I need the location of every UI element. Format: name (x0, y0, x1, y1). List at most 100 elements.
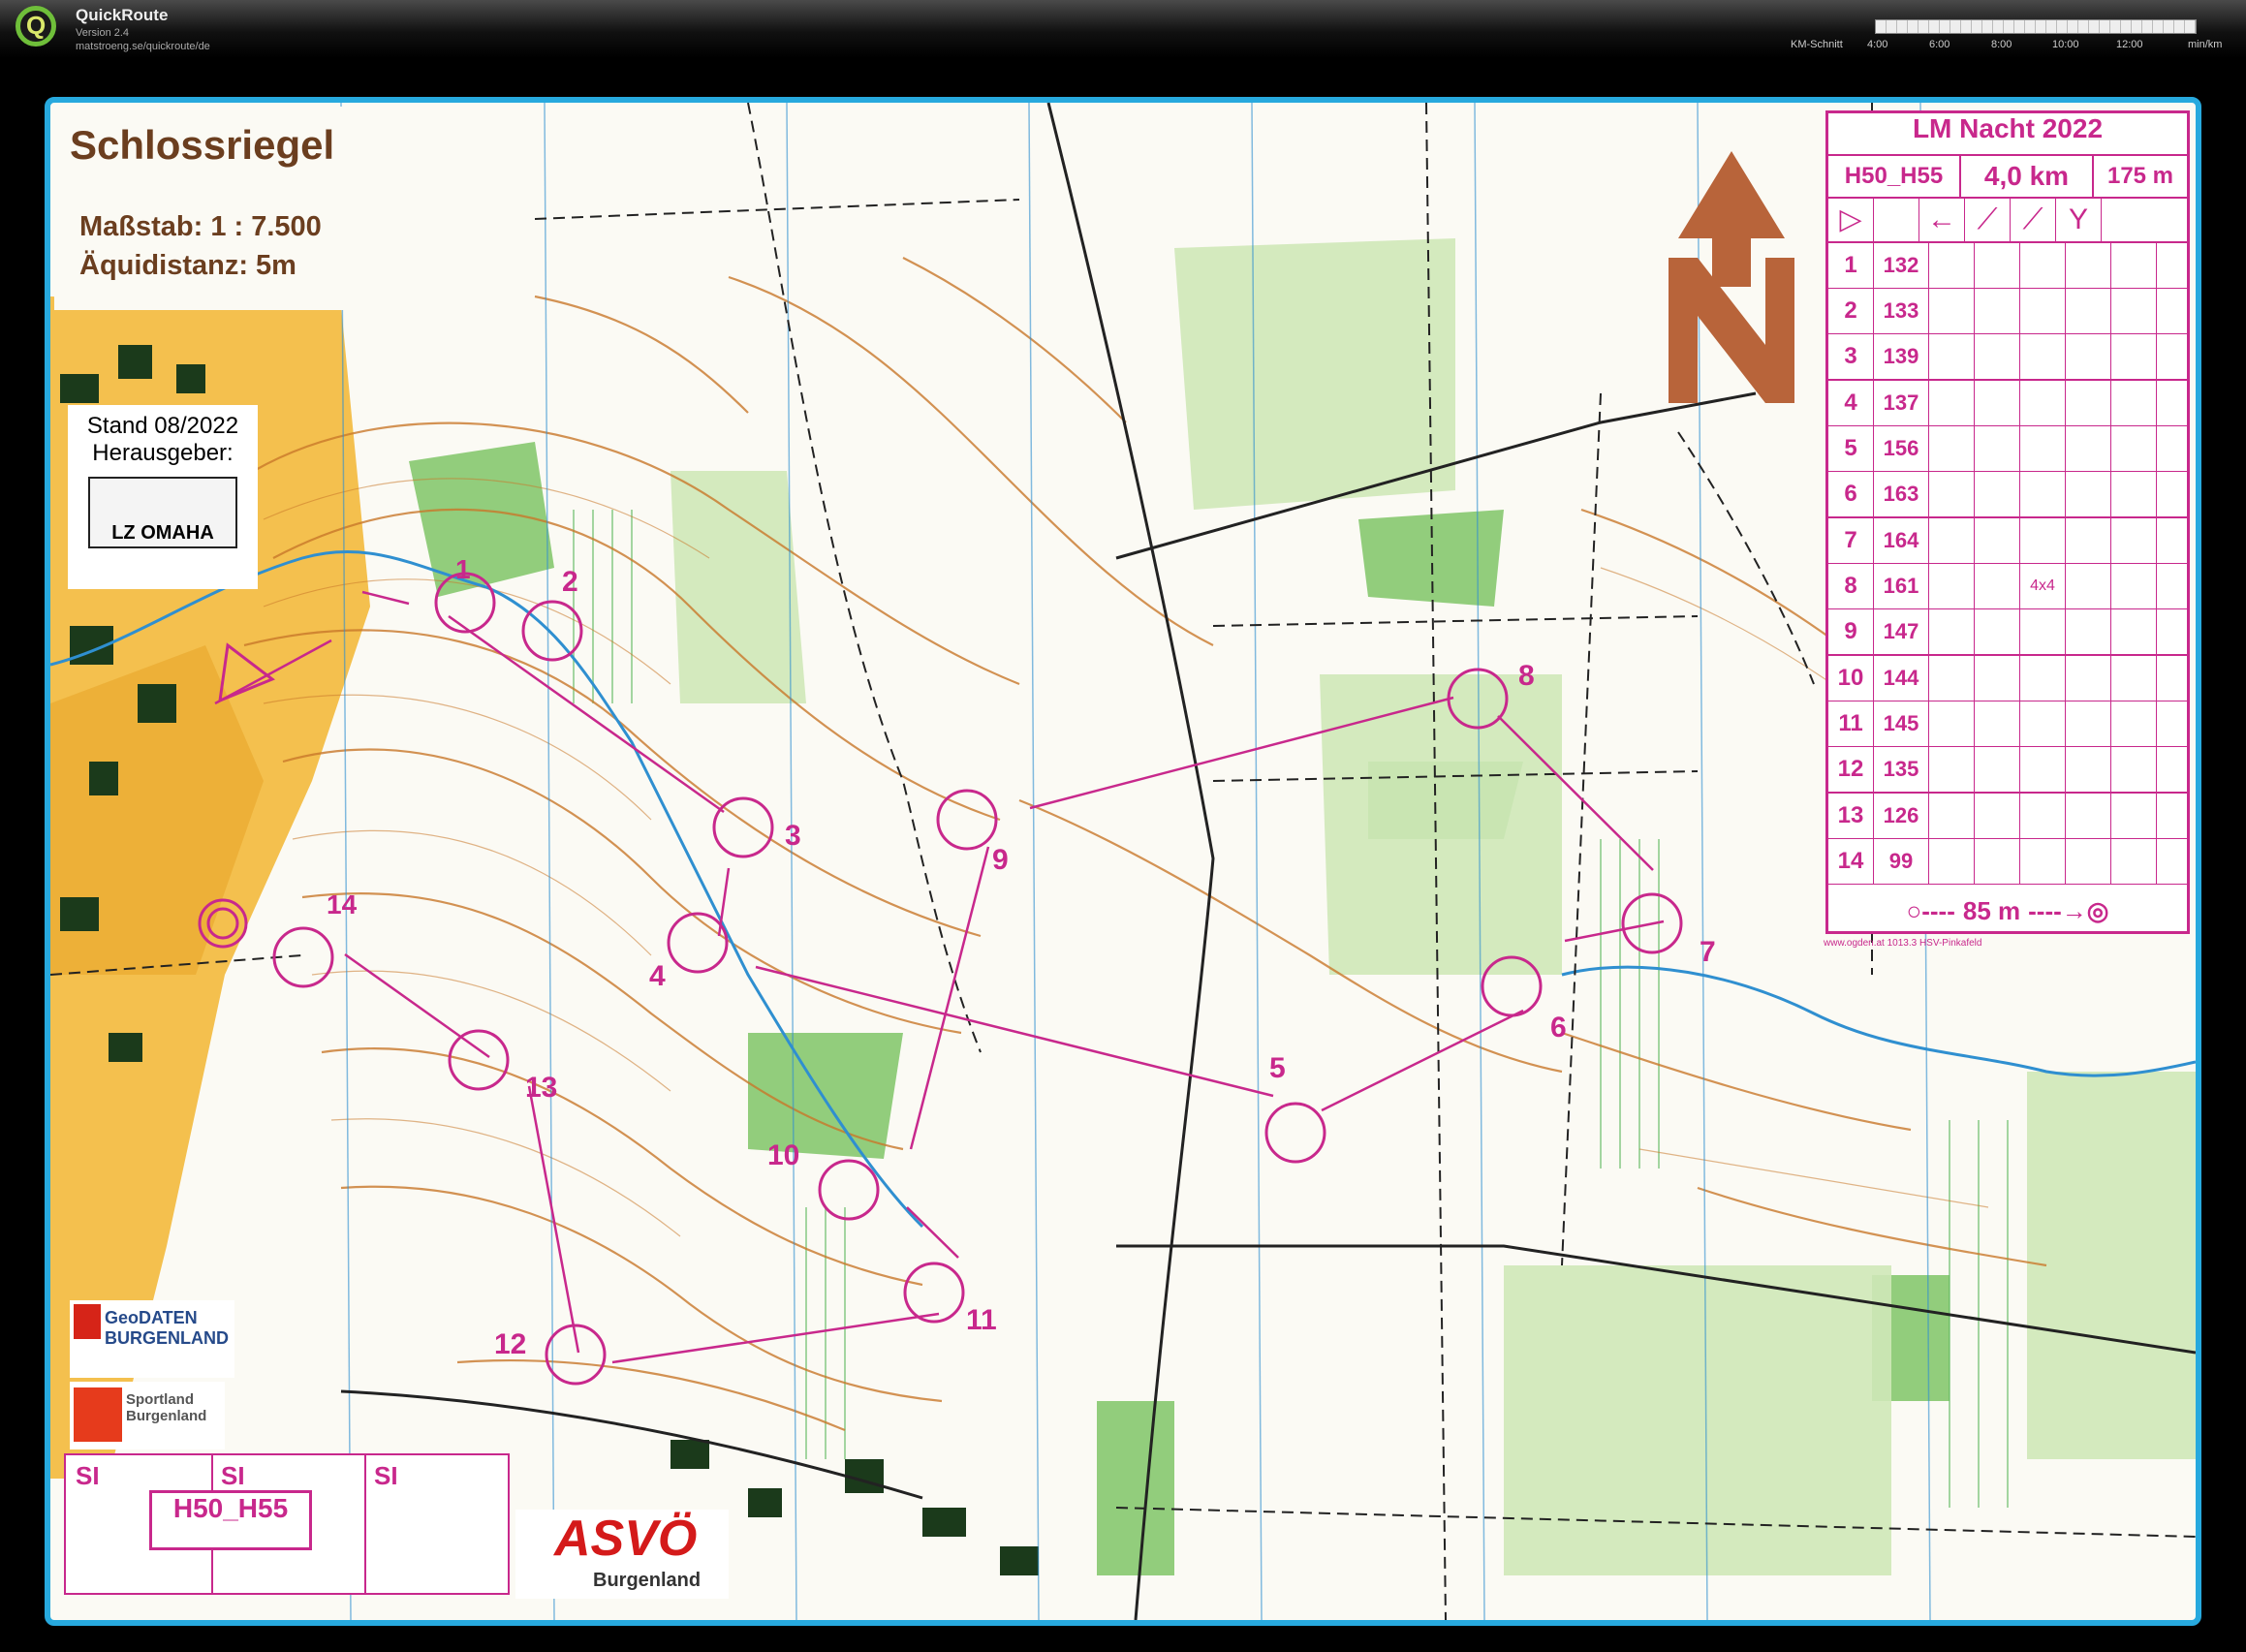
finish-start-icon: ○---- (1906, 895, 1955, 925)
map-equidistance: Äquidistanz: 5m (79, 250, 296, 281)
finish-outer-circle (198, 898, 248, 949)
control-seq: 1 (1828, 243, 1874, 288)
control-number: 12 (494, 1328, 527, 1360)
app-version: Version 2.4 (76, 27, 130, 39)
control-seq: 8 (1828, 564, 1874, 608)
control-number: 10 (767, 1139, 800, 1171)
control-description-sheet: LM Nacht 2022 H50_H55 4,0 km 175 m ▷ ← ⟋… (1825, 110, 2190, 934)
junction-icon: Y (2056, 199, 2102, 241)
description-symbol-cell (1975, 289, 2020, 333)
control-number: 14 (327, 889, 358, 920)
si-box: SI SI SI H50_H55 (64, 1453, 510, 1595)
description-symbol-cell (2020, 243, 2066, 288)
description-symbol-cell (2157, 472, 2187, 516)
description-symbol-cell (2066, 701, 2111, 746)
description-symbol-cell (2066, 334, 2111, 379)
description-symbol-cell (2020, 656, 2066, 701)
course-length: 4,0 km (1961, 156, 2094, 197)
course-climb: 175 m (2106, 163, 2174, 189)
control-code: 135 (1874, 747, 1929, 792)
publisher-label: Herausgeber: (92, 440, 234, 466)
app-title: QuickRoute (76, 6, 169, 24)
description-symbol-cell (2066, 426, 2111, 471)
asvo-logo-text: ASVÖ (554, 1511, 698, 1567)
control-code: 144 (1874, 656, 1929, 701)
description-symbol-cell (2111, 656, 2157, 701)
control-number: 9 (992, 844, 1009, 876)
control-number: 2 (562, 566, 578, 598)
description-row: 8 161 4x4 (1828, 564, 2187, 609)
description-symbol-cell (2066, 243, 2111, 288)
control-seq: 7 (1828, 518, 1874, 563)
description-row: 11 145 (1828, 701, 2187, 747)
description-rows: 1 132 2 133 3 139 4 137 5 156 6 163 7 164 8 161 4x4 9 147 1… (1828, 243, 2187, 885)
pace-tick: 12:00 (2116, 39, 2143, 50)
description-symbol-cell (1929, 518, 1975, 563)
control-3-circle (712, 796, 774, 858)
description-symbol-cell (1929, 747, 1975, 792)
description-symbol-cell (1929, 839, 1975, 884)
control-code: 132 (1874, 243, 1929, 288)
orienteering-map[interactable]: 1 2 3 4 5 6 7 8 9 10 11 12 13 14 Schloss… (45, 97, 2201, 1626)
description-symbol-cell (1929, 701, 1975, 746)
description-symbol-cell (2020, 518, 2066, 563)
north-arrow-icon (1669, 151, 1794, 403)
control-code: 156 (1874, 426, 1929, 471)
description-symbol-cell (1929, 426, 1975, 471)
description-symbol-cell (1929, 472, 1975, 516)
description-symbol-cell (1929, 243, 1975, 288)
description-symbol-cell (2111, 794, 2157, 838)
description-symbol-cell (1929, 564, 1975, 608)
control-number: 3 (785, 820, 801, 852)
class-label-box: H50_H55 (149, 1490, 312, 1550)
control-number: 5 (1269, 1052, 1286, 1084)
description-symbol-cell (2020, 334, 2066, 379)
pace-tick: 6:00 (1929, 39, 1950, 50)
description-row: 6 163 (1828, 472, 2187, 518)
description-symbol-cell (2020, 609, 2066, 654)
control-code: 145 (1874, 701, 1929, 746)
control-seq: 13 (1828, 794, 1874, 838)
description-symbol-cell (1975, 609, 2020, 654)
club-logo-text: LZ OMAHA (111, 522, 214, 544)
description-symbol-cell (2157, 243, 2187, 288)
map-scale: Maßstab: 1 : 7.500 (79, 211, 322, 242)
control-seq: 11 (1828, 701, 1874, 746)
description-symbol-cell (2157, 839, 2187, 884)
control-seq: 5 (1828, 426, 1874, 471)
description-symbol-cell (2111, 609, 2157, 654)
control-code: 147 (1874, 609, 1929, 654)
description-symbol-cell (2111, 426, 2157, 471)
app-url[interactable]: matstroeng.se/quickroute/de (76, 41, 210, 52)
si-label: SI (374, 1461, 398, 1490)
description-row: 5 156 (1828, 426, 2187, 472)
geodaten-logo-text: GeoDATEN BURGENLAND (105, 1308, 229, 1348)
description-symbol-cell (2111, 334, 2157, 379)
pace-tick: min/km (2188, 39, 2223, 50)
pace-scale-label: KM-Schnitt (1791, 39, 1843, 50)
description-row: 10 144 (1828, 656, 2187, 701)
control-11-circle (903, 1262, 965, 1324)
event-title: LM Nacht 2022 (1828, 113, 2187, 156)
path-icon: ⟋ (2011, 199, 2056, 241)
description-symbol-cell (2020, 701, 2066, 746)
control-code: 161 (1874, 564, 1929, 608)
description-symbol-cell (2111, 243, 2157, 288)
pace-tick: 4:00 (1867, 39, 1888, 50)
description-symbol-cell (1975, 243, 2020, 288)
description-row: 2 133 (1828, 289, 2187, 334)
finish-inner-circle (206, 907, 239, 940)
description-symbol-cell (1975, 701, 2020, 746)
description-symbol-cell (2020, 794, 2066, 838)
control-4-circle (667, 912, 729, 974)
description-symbol-cell (2111, 839, 2157, 884)
control-12-circle (545, 1324, 607, 1386)
description-symbol-cell (1975, 656, 2020, 701)
control-seq: 10 (1828, 656, 1874, 701)
pace-tick: 10:00 (2052, 39, 2079, 50)
control-seq: 6 (1828, 472, 1874, 516)
description-symbol-cell (2157, 564, 2187, 608)
description-symbol-cell (2111, 289, 2157, 333)
si-label: SI (76, 1461, 100, 1490)
map-name: Schlossriegel (70, 122, 335, 168)
